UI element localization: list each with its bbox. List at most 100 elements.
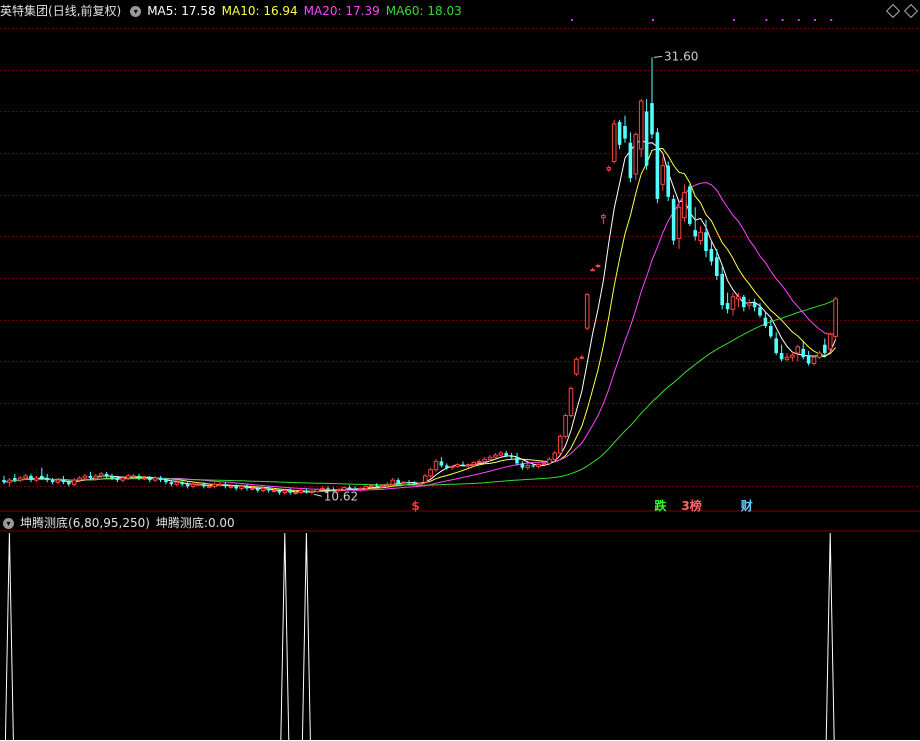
- candle-body: [590, 269, 595, 272]
- candle-body: [164, 480, 168, 483]
- indicator-dropdown-icon[interactable]: ▾: [3, 518, 14, 529]
- candle-body: [676, 206, 682, 240]
- candle-body: [644, 111, 649, 166]
- candle-body: [77, 477, 82, 481]
- candle-body: [574, 358, 579, 375]
- candle-body: [17, 477, 23, 481]
- candle-body: [742, 296, 746, 308]
- candle-body: [671, 198, 676, 241]
- candle-body: [666, 165, 670, 197]
- event-marker: $: [411, 499, 419, 513]
- candle-body: [482, 458, 487, 462]
- candle-body: [422, 475, 428, 483]
- candle-body: [55, 479, 61, 483]
- top-marker-dot: [781, 19, 784, 21]
- ma-legend-item: MA5: 17.58: [147, 4, 216, 18]
- candle-body: [541, 462, 547, 465]
- price-annotation: 10.62: [324, 489, 358, 503]
- candle-body: [595, 265, 601, 268]
- candle-body: [180, 482, 184, 485]
- candle-body: [110, 475, 114, 479]
- candle-body: [428, 469, 433, 477]
- event-marker: 跌: [654, 498, 667, 513]
- indicator-spike: [280, 532, 290, 741]
- candle-body: [633, 133, 639, 175]
- candle-body: [71, 479, 77, 485]
- candle-body: [688, 186, 692, 224]
- candle-body: [471, 461, 477, 465]
- ma10-line: [3, 147, 836, 492]
- candle-body: [531, 465, 535, 467]
- candle-body: [293, 492, 298, 495]
- ma20-line: [3, 181, 836, 491]
- candle-body: [476, 460, 482, 463]
- candle-body: [158, 478, 163, 481]
- candle-body: [88, 475, 93, 479]
- candle-body: [433, 460, 439, 471]
- indicator-value-label: 坤腾测底:: [155, 516, 208, 530]
- candle-body: [217, 483, 223, 486]
- candle-body: [34, 477, 39, 481]
- candle-body: [228, 485, 234, 488]
- candle-body: [655, 132, 660, 199]
- candle-body: [82, 475, 88, 479]
- candle-body: [202, 484, 206, 487]
- top-marker-dot: [571, 19, 573, 21]
- candle-body: [763, 317, 768, 326]
- candle-body: [547, 458, 552, 464]
- candle-body: [396, 480, 400, 484]
- candle-body: [638, 100, 644, 150]
- candle-body: [401, 481, 406, 484]
- dropdown-icon[interactable]: ▾: [130, 6, 142, 17]
- candle-body: [98, 473, 104, 477]
- top-marker-dot: [830, 19, 833, 21]
- candle-body: [736, 296, 741, 300]
- event-marker: 3榜: [681, 498, 701, 513]
- candle-body: [823, 344, 827, 354]
- candle-body: [131, 475, 136, 478]
- candle-body: [309, 491, 315, 494]
- candle-body: [407, 482, 411, 484]
- indicator-spike: [4, 532, 14, 741]
- candle-body: [347, 487, 352, 489]
- candle-body: [288, 490, 292, 493]
- kline-chart[interactable]: 31.60 10.62 $ 跌 3榜 财: [0, 0, 920, 741]
- candle-body: [746, 302, 752, 306]
- candle-body: [536, 463, 541, 468]
- candle-body: [449, 466, 455, 469]
- indicator-spike: [825, 532, 835, 741]
- candle-body: [93, 475, 99, 479]
- candle-body: [40, 475, 44, 479]
- candle-body: [390, 479, 396, 485]
- candle-body: [7, 479, 12, 483]
- candle-body: [385, 483, 390, 486]
- candle-body: [125, 475, 131, 479]
- candle-body: [606, 167, 612, 171]
- candle-body: [515, 457, 519, 464]
- candle-body: [185, 484, 190, 487]
- candle-body: [2, 480, 6, 483]
- candle-body: [206, 485, 212, 488]
- candle-body: [256, 488, 260, 491]
- candle-body: [660, 165, 666, 185]
- ma60-line: [3, 299, 836, 486]
- candle-body: [601, 215, 606, 219]
- candle-body: [720, 273, 724, 306]
- candle-body: [806, 355, 811, 364]
- candle-body: [45, 478, 49, 481]
- candle-body: [148, 478, 152, 481]
- price-annotation: 31.60: [664, 49, 698, 63]
- candle-body: [115, 478, 120, 481]
- candle-body: [250, 487, 255, 490]
- candle-body: [266, 488, 271, 491]
- annotation-arrow: [653, 55, 663, 58]
- candle-body: [13, 478, 17, 481]
- candle-body: [137, 475, 141, 479]
- candle-body: [455, 463, 460, 468]
- top-marker-dot: [765, 19, 768, 21]
- candle-body: [142, 477, 147, 480]
- candle-body: [120, 477, 126, 481]
- candle-body: [282, 490, 288, 494]
- candle-body: [650, 103, 654, 135]
- indicator-value: 0.00: [207, 516, 235, 530]
